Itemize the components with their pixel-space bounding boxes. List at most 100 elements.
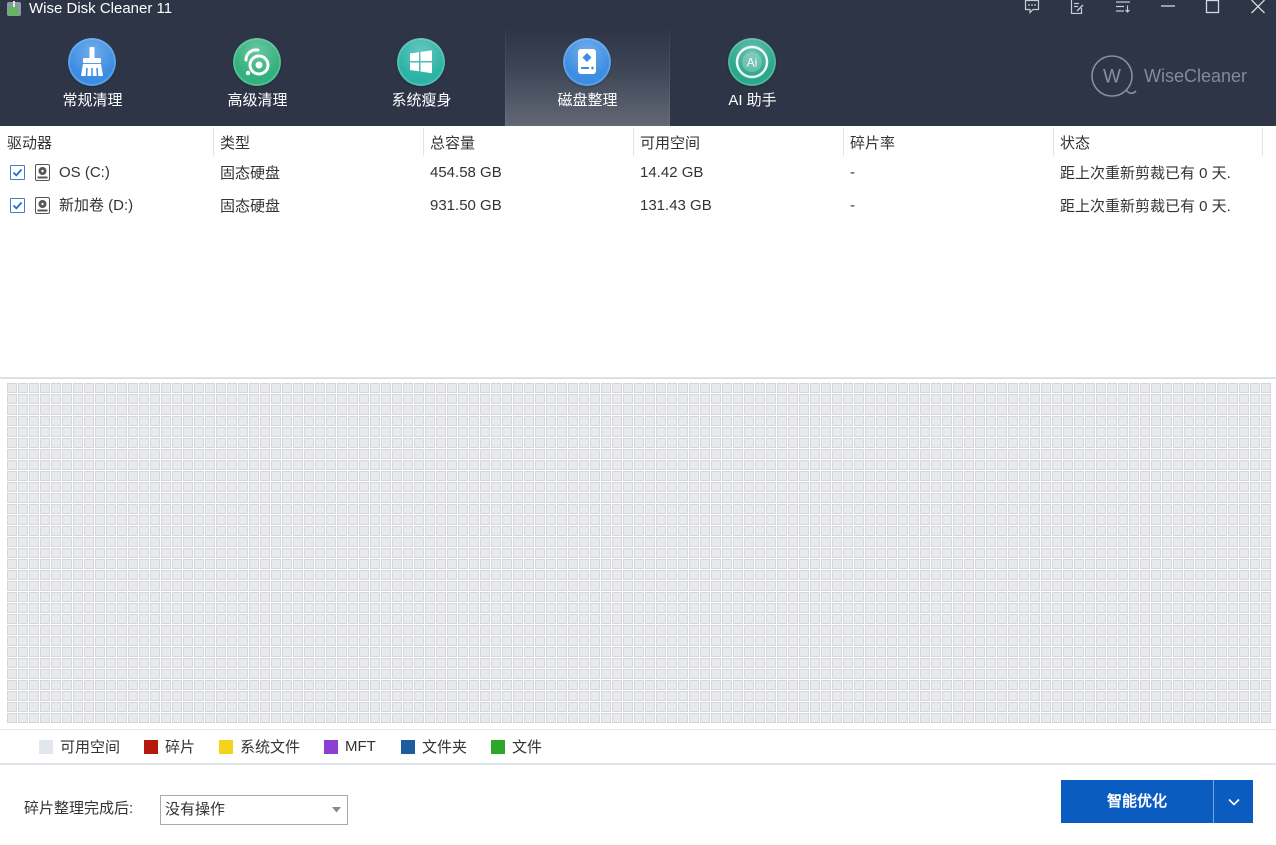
block-map-cell	[1140, 625, 1150, 635]
block-map-cell	[381, 504, 391, 514]
block-map-cell	[7, 504, 17, 514]
block-map-cell	[513, 658, 523, 668]
column-header-drive[interactable]: 驱动器	[0, 128, 213, 156]
drive-checkbox[interactable]	[10, 165, 25, 180]
drive-checkbox[interactable]	[10, 198, 25, 213]
block-map-cell	[18, 471, 28, 481]
block-map-cell	[293, 449, 303, 459]
block-map-cell	[1063, 383, 1073, 393]
block-map-cell	[535, 581, 545, 591]
block-map-cell	[777, 515, 787, 525]
block-map-cell	[535, 614, 545, 624]
block-map-cell	[997, 515, 1007, 525]
block-map-cell	[491, 691, 501, 701]
block-map-cell	[1030, 383, 1040, 393]
block-map-cell	[546, 515, 556, 525]
optimize-options-dropdown[interactable]	[1214, 780, 1253, 823]
block-map-cell	[579, 614, 589, 624]
tab-regular-clean[interactable]: 常规清理	[10, 30, 175, 126]
block-map-cell	[612, 438, 622, 448]
block-map-cell	[1129, 427, 1139, 437]
column-header-fragmentation[interactable]: 碎片率	[843, 128, 1053, 156]
block-map-cell	[953, 416, 963, 426]
block-map-cell	[953, 427, 963, 437]
minimize-button[interactable]	[1150, 0, 1186, 15]
block-map-cell	[887, 504, 897, 514]
block-map-cell	[436, 614, 446, 624]
block-map-cell	[51, 691, 61, 701]
table-row[interactable]: OS (C:) 固态硬盘 454.58 GB 14.42 GB - 距上次重新剪…	[0, 156, 1263, 189]
block-map-cell	[953, 526, 963, 536]
notes-button[interactable]	[1059, 0, 1095, 15]
close-button[interactable]	[1240, 0, 1276, 15]
block-map-cell	[392, 504, 402, 514]
block-map-cell	[337, 669, 347, 679]
block-map-cell	[18, 559, 28, 569]
menu-button[interactable]	[1105, 0, 1141, 15]
block-map-cell	[1184, 504, 1194, 514]
block-map-cell	[447, 471, 457, 481]
block-map-cell	[150, 405, 160, 415]
block-map-cell	[656, 691, 666, 701]
block-map-cell	[645, 548, 655, 558]
block-map-cell	[1019, 427, 1029, 437]
block-map-cell	[260, 405, 270, 415]
block-map-cell	[1096, 504, 1106, 514]
block-map-cell	[843, 658, 853, 668]
block-map-cell	[359, 405, 369, 415]
block-map-cell	[425, 460, 435, 470]
block-map-cell	[1085, 647, 1095, 657]
table-row[interactable]: 新加卷 (D:) 固态硬盘 931.50 GB 131.43 GB - 距上次重…	[0, 189, 1263, 222]
block-map-cell	[601, 537, 611, 547]
block-map-cell	[51, 460, 61, 470]
block-map-cell	[1239, 702, 1249, 712]
tab-advanced-clean[interactable]: 高级清理	[175, 30, 340, 126]
block-map-cell	[601, 427, 611, 437]
maximize-button[interactable]	[1195, 0, 1231, 15]
block-map-cell	[326, 702, 336, 712]
tab-ai-assistant[interactable]: Ai AI 助手	[670, 30, 835, 126]
block-map-cell	[920, 416, 930, 426]
block-map-cell	[139, 625, 149, 635]
block-map-cell	[370, 427, 380, 437]
block-map-cell	[997, 713, 1007, 723]
block-map-cell	[40, 702, 50, 712]
block-map-cell	[51, 526, 61, 536]
block-map-cell	[1206, 438, 1216, 448]
block-map-cell	[689, 647, 699, 657]
block-map-cell	[84, 680, 94, 690]
tab-system-slim[interactable]: 系统瘦身	[339, 30, 504, 126]
block-map-cell	[326, 526, 336, 536]
column-header-status[interactable]: 状态	[1053, 128, 1263, 156]
block-map-cell	[1052, 691, 1062, 701]
block-map-cell	[282, 460, 292, 470]
feedback-button[interactable]	[1014, 0, 1050, 15]
column-header-total[interactable]: 总容量	[423, 128, 633, 156]
block-map-cell	[29, 603, 39, 613]
block-map-cell	[73, 625, 83, 635]
block-map-cell	[7, 647, 17, 657]
block-map-cell	[62, 625, 72, 635]
block-map-cell	[491, 570, 501, 580]
wisecleaner-logo[interactable]: W WiseCleaner	[1089, 53, 1249, 99]
column-header-type[interactable]: 类型	[213, 128, 423, 156]
block-map-cell	[502, 559, 512, 569]
block-map-cell	[172, 537, 182, 547]
app-title: Wise Disk Cleaner 11	[29, 0, 173, 17]
block-map-cell	[1118, 405, 1128, 415]
maximize-icon	[1205, 0, 1220, 14]
block-map-cell	[1041, 383, 1051, 393]
block-map-cell	[777, 669, 787, 679]
smart-optimize-button[interactable]: 智能优化	[1061, 780, 1253, 823]
column-header-free[interactable]: 可用空间	[633, 128, 843, 156]
tab-disk-defrag[interactable]: 磁盘整理	[505, 30, 670, 126]
block-map-cell	[590, 691, 600, 701]
legend-item-folders: 文件夹	[401, 730, 467, 763]
block-map-cell	[370, 471, 380, 481]
block-map-cell	[95, 427, 105, 437]
block-map-cell	[73, 537, 83, 547]
after-defrag-select[interactable]: 没有操作	[160, 795, 348, 825]
block-map-cell	[260, 614, 270, 624]
block-map-cell	[1250, 647, 1260, 657]
block-map-cell	[1173, 427, 1183, 437]
